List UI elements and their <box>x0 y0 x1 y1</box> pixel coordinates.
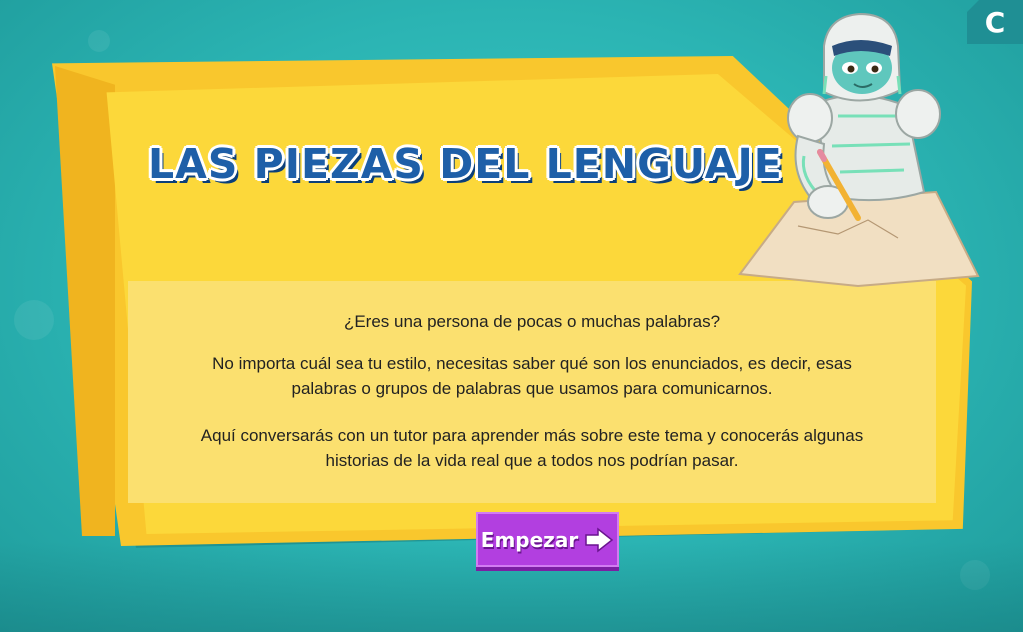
intro-question: ¿Eres una persona de pocas o muchas pala… <box>343 312 721 331</box>
robot-shoulder-left <box>787 93 833 143</box>
corner-menu-label: C <box>984 5 1006 39</box>
start-button-label: Empezar <box>480 527 579 552</box>
intro-panel: ¿Eres una persona de pocas o muchas pala… <box>128 281 936 503</box>
robot-writing-illustration <box>738 12 980 288</box>
intro-paragraph-2: Aquí conversarás con un tutor para apren… <box>200 426 864 470</box>
paper-sheet <box>738 190 980 288</box>
title-card-edge <box>55 66 115 536</box>
background-bubble <box>88 30 110 52</box>
arrow-right-icon <box>585 526 614 553</box>
start-button[interactable]: Empezar <box>476 512 619 567</box>
robot-shoulder-right <box>895 89 941 139</box>
intro-paragraph-1: No importa cuál sea tu estilo, necesitas… <box>212 354 852 398</box>
background-bubble <box>14 300 54 340</box>
page-title: LAS PIEZAS DEL LENGUAJE <box>148 140 783 188</box>
